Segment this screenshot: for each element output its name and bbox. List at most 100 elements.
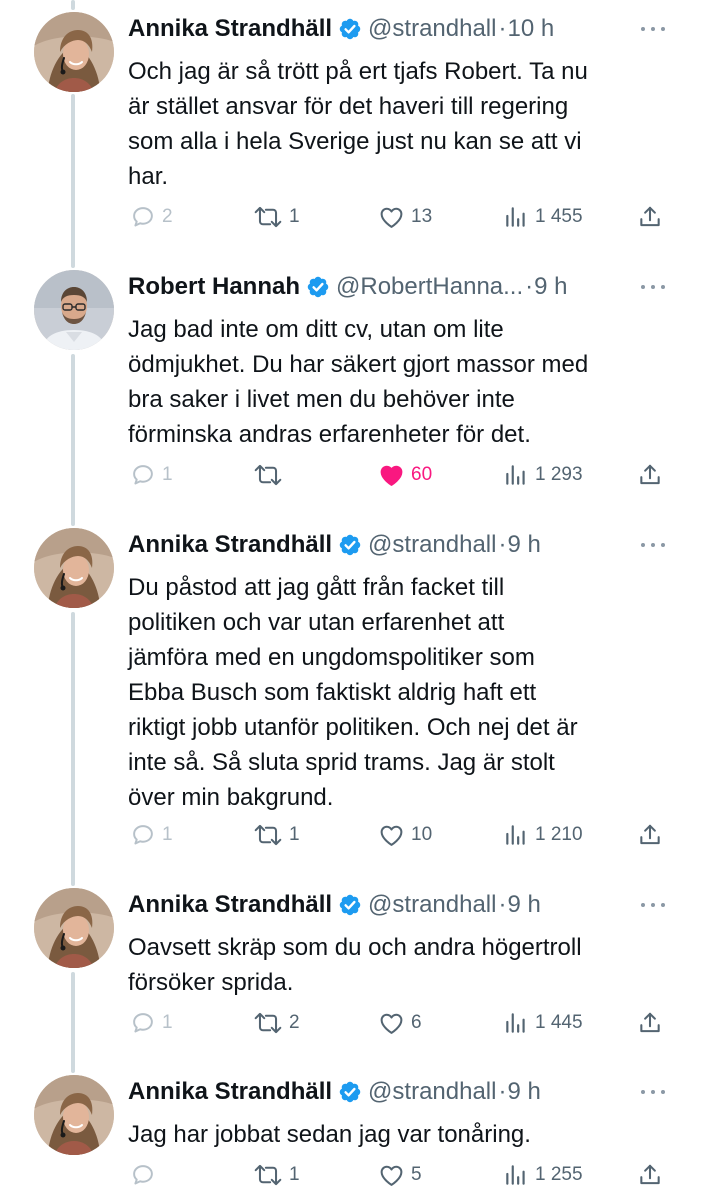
share-icon: [637, 204, 663, 230]
share-button[interactable]: [637, 458, 663, 492]
author-name[interactable]: Annika Strandhäll: [128, 1078, 332, 1105]
retweet-button[interactable]: 1: [253, 818, 300, 852]
view-count: 1 255: [535, 1164, 583, 1185]
reply-count: 1: [162, 1012, 173, 1033]
avatar[interactable]: [34, 1075, 114, 1155]
like-icon: [378, 204, 405, 231]
retweet-icon: [253, 822, 283, 848]
separator: ·: [498, 531, 507, 558]
share-icon: [637, 462, 663, 488]
more-options-icon[interactable]: [638, 540, 668, 550]
retweet-button[interactable]: 1: [253, 1158, 300, 1192]
share-button[interactable]: [637, 200, 663, 234]
author-name[interactable]: Annika Strandhäll: [128, 531, 332, 558]
author-handle[interactable]: @RobertHanna...: [336, 273, 523, 300]
action-bar: 1 60 1 293: [0, 458, 701, 492]
like-button[interactable]: 5: [378, 1158, 422, 1192]
retweet-button[interactable]: [253, 458, 289, 492]
verified-badge-icon: [338, 1080, 362, 1104]
avatar[interactable]: [34, 12, 114, 92]
views-button[interactable]: 1 455: [503, 200, 583, 234]
author-handle[interactable]: @strandhall: [368, 15, 496, 42]
author-name[interactable]: Annika Strandhäll: [128, 15, 332, 42]
retweet-count: 1: [289, 824, 300, 845]
view-count: 1 210: [535, 824, 583, 845]
more-options-icon[interactable]: [638, 282, 668, 292]
retweet-button[interactable]: 2: [253, 1006, 300, 1040]
timestamp[interactable]: 9 h: [507, 891, 540, 918]
tweet-thread: Annika Strandhäll @strandhall·10 h Och ja…: [0, 0, 701, 1200]
tweet-header: Annika Strandhäll @strandhall·9 h: [128, 528, 688, 562]
timestamp[interactable]: 9 h: [507, 1078, 540, 1105]
author-handle[interactable]: @strandhall: [368, 1078, 496, 1105]
views-button[interactable]: 1 255: [503, 1158, 583, 1192]
author-handle[interactable]: @strandhall: [368, 531, 496, 558]
retweet-count: 1: [289, 1164, 300, 1185]
reply-icon: [130, 204, 156, 230]
timestamp[interactable]: 10 h: [507, 15, 554, 42]
views-icon: [503, 1010, 529, 1036]
views-button[interactable]: 1 293: [503, 458, 583, 492]
share-icon: [637, 1162, 663, 1188]
tweet-header: Annika Strandhäll @strandhall·9 h: [128, 1075, 688, 1109]
verified-badge-icon: [306, 275, 330, 299]
reply-button[interactable]: 1: [130, 818, 173, 852]
thread-connector-line: [71, 0, 75, 10]
avatar[interactable]: [34, 270, 114, 350]
reply-button[interactable]: [130, 1158, 162, 1192]
reply-button[interactable]: 2: [130, 200, 173, 234]
like-button[interactable]: 10: [378, 818, 432, 852]
like-button[interactable]: 6: [378, 1006, 422, 1040]
action-bar: 1 2 6 1 445: [0, 1006, 701, 1040]
more-options-icon[interactable]: [638, 900, 668, 910]
timestamp[interactable]: 9 h: [507, 531, 540, 558]
reply-button[interactable]: 1: [130, 1006, 173, 1040]
view-count: 1 445: [535, 1012, 583, 1033]
views-icon: [503, 1162, 529, 1188]
share-button[interactable]: [637, 1158, 663, 1192]
retweet-icon: [253, 1010, 283, 1036]
like-count: 5: [411, 1164, 422, 1185]
reply-icon: [130, 1010, 156, 1036]
views-button[interactable]: 1 445: [503, 1006, 583, 1040]
tweet-header: Annika Strandhäll @strandhall·10 h: [128, 12, 688, 46]
action-bar: 1 5 1 255: [0, 1158, 701, 1192]
retweet-count: 2: [289, 1012, 300, 1033]
share-button[interactable]: [637, 1006, 663, 1040]
more-options-icon[interactable]: [638, 1087, 668, 1097]
views-button[interactable]: 1 210: [503, 818, 583, 852]
retweet-icon: [253, 462, 283, 488]
avatar[interactable]: [34, 888, 114, 968]
retweet-count: 1: [289, 206, 300, 227]
like-icon: [378, 1162, 405, 1189]
like-count: 13: [411, 206, 433, 227]
reply-button[interactable]: 1: [130, 458, 173, 492]
tweet-text: Jag har jobbat sedan jag var tonåring.: [128, 1121, 531, 1148]
reply-count: 2: [162, 206, 173, 227]
share-button[interactable]: [637, 818, 663, 852]
share-icon: [637, 1010, 663, 1036]
avatar[interactable]: [34, 528, 114, 608]
separator: ·: [498, 15, 507, 42]
share-icon: [637, 822, 663, 848]
views-icon: [503, 462, 529, 488]
more-options-icon[interactable]: [638, 24, 668, 34]
reply-icon: [130, 1162, 156, 1188]
reply-icon: [130, 462, 156, 488]
retweet-button[interactable]: 1: [253, 200, 300, 234]
tweet-text: Oavsett skräp som du och andra högertrol…: [128, 934, 582, 996]
like-icon: [378, 1010, 405, 1037]
view-count: 1 455: [535, 206, 583, 227]
author-handle[interactable]: @strandhall: [368, 891, 496, 918]
verified-badge-icon: [338, 17, 362, 41]
views-icon: [503, 204, 529, 230]
timestamp[interactable]: 9 h: [534, 273, 567, 300]
retweet-icon: [253, 1162, 283, 1188]
separator: ·: [498, 891, 507, 918]
separator: ·: [525, 273, 534, 300]
like-button[interactable]: 13: [378, 200, 432, 234]
tweet-header: Robert Hannah @RobertHanna...·9 h: [128, 270, 688, 304]
author-name[interactable]: Annika Strandhäll: [128, 891, 332, 918]
author-name[interactable]: Robert Hannah: [128, 273, 300, 300]
like-button[interactable]: 60: [378, 458, 432, 492]
